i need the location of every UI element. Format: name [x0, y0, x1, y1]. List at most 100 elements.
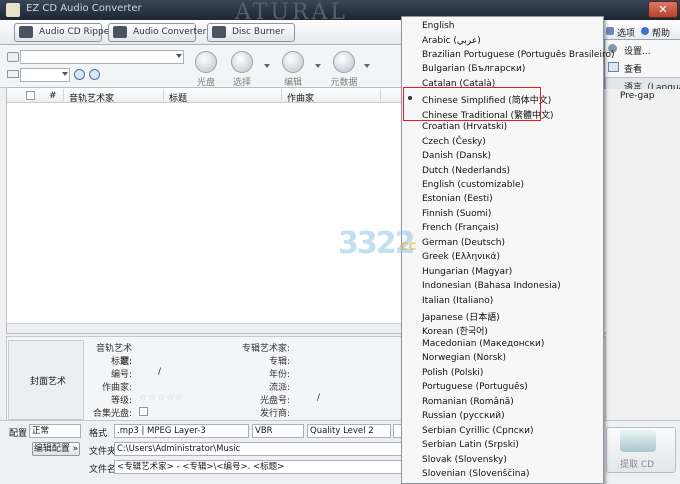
menu-item-settings[interactable]: 设置...	[624, 44, 651, 57]
language-option[interactable]: Bulgarian (Български)	[422, 64, 525, 74]
language-option[interactable]: English (customizable)	[422, 180, 524, 190]
speed-select[interactable]	[20, 68, 70, 82]
filename-label: 文件名	[89, 465, 117, 475]
language-option[interactable]: Norwegian (Norsk)	[422, 353, 506, 363]
language-option[interactable]: Slovak (Slovensky)	[422, 455, 507, 465]
language-option[interactable]: Serbian Latin (Srpski)	[422, 440, 519, 450]
vbr-select[interactable]: VBR	[252, 424, 304, 438]
options-menu[interactable]: 选项	[617, 26, 635, 39]
edit-button[interactable]: 编辑	[280, 51, 306, 88]
tab-label: Audio Converter	[133, 27, 207, 37]
filename-value: <专辑艺术家> - <专辑>\<编号>. <标题>	[117, 462, 285, 472]
column-composer[interactable]: 作曲家	[287, 91, 314, 104]
language-option[interactable]: Polish (Polski)	[422, 368, 483, 378]
publisher-label: 发行商:	[259, 409, 290, 419]
column-number[interactable]: #	[49, 91, 57, 101]
edit-icon	[282, 51, 304, 73]
converter-icon	[113, 26, 127, 38]
tab-audio-converter[interactable]: Audio Converter	[108, 23, 206, 42]
language-option[interactable]: Russian (русский)	[422, 411, 505, 421]
rip-cd-label: 提取 CD	[620, 460, 655, 470]
cover-art-label: 封面艺术	[30, 377, 67, 387]
compilation-label: 合集光盘:	[92, 409, 132, 419]
language-option[interactable]: Czech (Česky)	[422, 137, 486, 147]
language-option[interactable]: German (Deutsch)	[422, 238, 505, 248]
edit-profile-button[interactable]: 编辑配置 »	[32, 442, 80, 456]
load-icon[interactable]	[89, 69, 100, 80]
eject-icon[interactable]	[74, 69, 85, 80]
rating-label: 等级:	[110, 396, 132, 406]
profile-value: 正常	[32, 426, 50, 436]
column-title[interactable]: 标题	[169, 91, 187, 104]
folder-value: C:\Users\Administrator\Music	[117, 444, 241, 454]
help-menu[interactable]: 帮助	[652, 26, 670, 39]
chevron-down-icon[interactable]	[315, 64, 321, 68]
pregap-label: Pre-gap	[620, 91, 655, 101]
help-icon	[641, 27, 649, 35]
language-option[interactable]: Estonian (Eesti)	[422, 194, 493, 204]
album-artist-label: 专辑艺术家:	[241, 344, 290, 354]
close-button[interactable]: ✕	[648, 1, 678, 18]
disc-burner-icon	[212, 26, 226, 38]
track-number-label: 编号:	[110, 370, 132, 380]
language-option[interactable]: Finnish (Suomi)	[422, 209, 491, 219]
column-track-artist[interactable]: 音轨艺术家	[69, 91, 114, 104]
language-option[interactable]: Danish (Dansk)	[422, 151, 491, 161]
cd-button[interactable]: 光盘	[193, 51, 219, 88]
compilation-checkbox[interactable]	[139, 407, 148, 416]
language-option[interactable]: Romanian (Română)	[422, 397, 514, 407]
cd-ripper-icon	[19, 26, 33, 38]
chevron-down-icon[interactable]	[264, 64, 270, 68]
language-option[interactable]: Croatian (Hrvatski)	[422, 122, 507, 132]
tab-label: Audio CD Ripper	[39, 27, 113, 37]
select-button[interactable]: 选择	[229, 51, 255, 88]
language-option[interactable]: Slovenian (Slovenščina)	[422, 469, 530, 479]
rip-cd-icon	[620, 430, 656, 452]
language-option[interactable]: Greek (Ελληνικά)	[422, 252, 500, 262]
rating-stars[interactable]: ☆☆☆☆☆	[139, 393, 184, 403]
language-option[interactable]: Dutch (Nederlands)	[422, 166, 510, 176]
tab-label: Disc Burner	[232, 27, 285, 37]
profile-label: 配置	[9, 429, 28, 439]
quality-select[interactable]: Quality Level 2	[307, 424, 391, 438]
options-icon	[606, 27, 614, 35]
language-option[interactable]: Serbian Cyrillic (Српски)	[422, 426, 534, 436]
language-option[interactable]: French (Français)	[422, 223, 499, 233]
chevron-down-icon	[176, 54, 182, 58]
menu-item-view[interactable]: 查看	[624, 62, 642, 75]
album-label: 专辑:	[268, 357, 290, 367]
chevron-down-icon[interactable]	[364, 64, 370, 68]
quality-value: Quality Level 2	[310, 426, 374, 436]
metadata-icon	[333, 51, 355, 73]
language-option[interactable]: Brazilian Portuguese (Português Brasilei…	[422, 50, 614, 60]
profile-select[interactable]: 正常	[29, 424, 81, 438]
metadata-button[interactable]: 元数据	[328, 51, 360, 88]
language-option[interactable]: Portuguese (Português)	[422, 382, 528, 392]
composer-label: 作曲家:	[101, 383, 132, 393]
language-option[interactable]: Italian (Italiano)	[422, 296, 493, 306]
filename-field[interactable]: <专辑艺术家> - <专辑>\<编号>. <标题>	[114, 460, 402, 474]
speed-icon	[7, 70, 19, 78]
folder-field[interactable]: C:\Users\Administrator\Music	[114, 442, 402, 456]
language-option[interactable]: Japanese (日本語)	[422, 310, 500, 323]
drive-select[interactable]	[20, 50, 184, 64]
selection-highlight-box	[403, 87, 541, 121]
language-option[interactable]: English	[422, 21, 455, 31]
language-option[interactable]: Indonesian (Bahasa Indonesia)	[422, 281, 561, 291]
column-divider	[281, 89, 282, 101]
folder-label: 文件夹	[89, 447, 117, 457]
language-option[interactable]: Hungarian (Magyar)	[422, 267, 512, 277]
format-select[interactable]: .mp3 | MPEG Layer-3	[114, 424, 249, 438]
tab-audio-cd-ripper[interactable]: Audio CD Ripper	[14, 23, 113, 42]
watermark-suffix: cc	[400, 238, 417, 254]
right-panel	[604, 89, 680, 332]
language-option[interactable]: Korean (한국어)	[422, 324, 488, 337]
cd-icon	[195, 51, 217, 73]
language-option[interactable]: Macedonian (Македонски)	[422, 339, 544, 349]
tab-disc-burner[interactable]: Disc Burner	[207, 23, 295, 42]
year-label: 年份:	[268, 370, 290, 380]
title-label: 标题:	[110, 357, 132, 367]
select-all-checkbox[interactable]	[26, 91, 35, 100]
selected-radio-icon	[408, 96, 412, 100]
language-option[interactable]: Arabic (عربي)	[422, 36, 481, 46]
